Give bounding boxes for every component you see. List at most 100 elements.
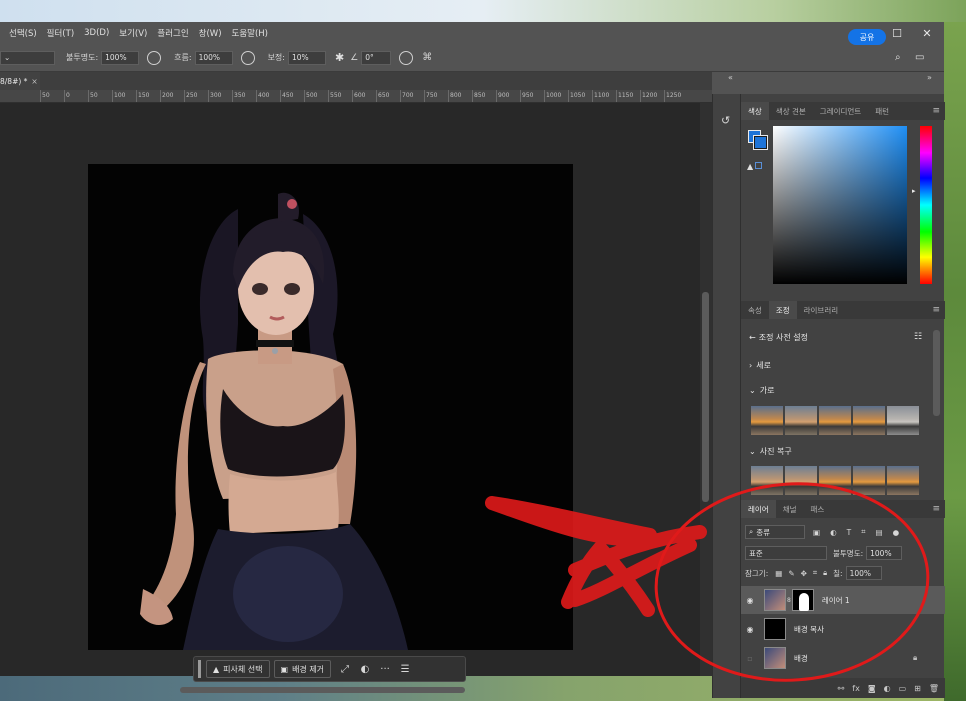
flow-input[interactable]: 100% xyxy=(194,50,233,65)
collapse-icon[interactable]: « xyxy=(728,73,733,82)
collapse-panels-icon[interactable]: » xyxy=(927,73,932,82)
airbrush-icon[interactable] xyxy=(240,50,255,65)
smoothing-input[interactable]: 10% xyxy=(287,50,326,65)
panel-menu-icon[interactable]: ≡ xyxy=(932,504,940,514)
layer-mask-thumbnail[interactable] xyxy=(791,589,814,611)
visibility-eye-icon[interactable]: ◉ xyxy=(741,596,759,605)
search-icon[interactable]: ⌕ xyxy=(895,52,901,63)
preset-thumbnail[interactable] xyxy=(887,466,919,495)
blend-mode-select[interactable]: 표준 xyxy=(745,546,827,560)
lock-all-icon[interactable]: 🔒︎ xyxy=(823,568,827,578)
close-button[interactable]: ✕ xyxy=(912,22,942,44)
remove-background-button[interactable]: ▣ 배경 제거 xyxy=(273,660,332,678)
filter-adjust-icon[interactable]: ◐ xyxy=(830,528,837,537)
panel-menu-icon[interactable]: ≡ xyxy=(932,305,940,315)
document-tab[interactable]: 8/8#) * × xyxy=(0,72,40,90)
close-icon[interactable]: × xyxy=(31,77,37,86)
group-photo-repair[interactable]: ⌄ 사진 복구 xyxy=(749,446,792,457)
history-icon[interactable]: ↺ xyxy=(721,114,730,127)
adjust-presets-header[interactable]: ← 조정 사전 설정 xyxy=(749,332,808,343)
visibility-toggle[interactable]: ▫ xyxy=(741,654,759,663)
settings-sliders-icon[interactable]: ☰ xyxy=(395,660,415,678)
group-landscape[interactable]: ⌄ 가로 xyxy=(749,385,774,396)
filter-smart-icon[interactable]: ▤ xyxy=(875,528,882,537)
tab-adjustments[interactable]: 조정 xyxy=(768,301,797,319)
layer-row-layer1[interactable]: ◉ 8 레이어 1 xyxy=(741,586,945,614)
tab-layers[interactable]: 레이어 xyxy=(741,500,776,518)
tab-libraries[interactable]: 라이브러리 xyxy=(797,301,846,319)
delete-layer-icon[interactable]: 🗑 xyxy=(929,684,939,693)
menu-help[interactable]: 도움말(H) xyxy=(227,27,273,39)
preset-thumbnail[interactable] xyxy=(853,466,885,495)
background-color-swatch[interactable] xyxy=(754,136,767,149)
share-button[interactable]: 공유 xyxy=(848,29,886,45)
visibility-eye-icon[interactable]: ◉ xyxy=(741,625,759,634)
list-view-icon[interactable]: ☷ xyxy=(914,332,922,342)
group-portrait[interactable]: › 세로 xyxy=(749,360,771,371)
layer-filter-select[interactable]: ⌕ 종류 xyxy=(745,525,805,539)
menu-3d[interactable]: 3D(D) xyxy=(79,28,114,38)
color-field[interactable] xyxy=(773,126,907,284)
filter-type-icon[interactable]: T xyxy=(847,528,852,537)
preset-thumbnail[interactable] xyxy=(751,406,783,435)
preset-thumbnail[interactable] xyxy=(785,466,817,495)
link-icon[interactable]: 8 xyxy=(787,597,791,604)
adjust-icon[interactable]: ◐ xyxy=(355,660,375,678)
filter-pixel-icon[interactable]: ▣ xyxy=(813,528,820,537)
add-mask-icon[interactable]: ◙ xyxy=(868,684,876,693)
lock-artboard-icon[interactable]: ⌗ xyxy=(813,568,817,578)
preset-thumbnail[interactable] xyxy=(853,406,885,435)
fill-input[interactable]: 100% xyxy=(845,566,882,580)
tab-gradients[interactable]: 그레이디언트 xyxy=(813,102,868,120)
select-subject-button[interactable]: ▲ 피사체 선택 xyxy=(206,660,270,678)
opacity-input[interactable]: 100% xyxy=(101,50,140,65)
back-arrow-icon[interactable]: ← xyxy=(749,333,756,342)
layer-row-bg-copy[interactable]: ◉ 배경 복사 xyxy=(741,615,945,643)
panel-menu-icon[interactable]: ≡ xyxy=(932,106,940,116)
tab-patterns[interactable]: 패턴 xyxy=(868,102,896,120)
preset-thumbnail[interactable] xyxy=(785,406,817,435)
brush-preset-select[interactable]: ⌄ xyxy=(0,50,55,65)
group-folder-icon[interactable]: ▭ xyxy=(899,684,907,693)
adjust-panel-scroll-thumb[interactable] xyxy=(933,330,940,416)
gamut-warning-icon[interactable]: ▲ xyxy=(747,162,763,171)
filter-toggle-icon[interactable]: ● xyxy=(893,528,900,537)
link-layers-icon[interactable]: ⚯ xyxy=(838,684,845,693)
menu-view[interactable]: 보기(V) xyxy=(114,27,152,39)
lock-pixels-icon[interactable]: ▦ xyxy=(775,569,782,578)
preset-thumbnail[interactable] xyxy=(819,466,851,495)
tab-properties[interactable]: 속성 xyxy=(741,301,769,319)
drag-handle-icon[interactable] xyxy=(198,660,201,678)
new-layer-icon[interactable]: ⊞ xyxy=(914,684,921,693)
menu-filter[interactable]: 필터(T) xyxy=(42,27,79,39)
pressure-size-icon[interactable] xyxy=(399,50,414,65)
hue-slider[interactable] xyxy=(920,126,932,284)
preset-thumbnail[interactable] xyxy=(819,406,851,435)
filter-shape-icon[interactable]: ⌗ xyxy=(861,527,865,537)
preset-thumbnail[interactable] xyxy=(751,466,783,495)
gear-icon[interactable]: ✱ xyxy=(335,51,344,64)
maximize-button[interactable]: ☐ xyxy=(882,22,912,44)
workspace-icon[interactable]: ▭ xyxy=(915,52,924,63)
tab-channels[interactable]: 채널 xyxy=(776,500,804,518)
menu-select[interactable]: 선택(S) xyxy=(4,27,42,39)
lock-brush-icon[interactable]: ✎ xyxy=(788,569,794,578)
fx-icon[interactable]: fx xyxy=(852,684,860,693)
adjustment-layer-icon[interactable]: ◐ xyxy=(884,684,891,693)
menu-plugins[interactable]: 플러그인 xyxy=(152,27,193,39)
menu-window[interactable]: 창(W) xyxy=(194,27,227,39)
preset-thumbnail[interactable] xyxy=(887,406,919,435)
angle-input[interactable]: 0° xyxy=(361,50,392,65)
horizontal-scroll-thumb[interactable] xyxy=(180,687,465,693)
more-options-button[interactable]: ··· xyxy=(375,660,395,678)
layer-row-background[interactable]: ▫ 배경 🔒︎ xyxy=(741,644,945,672)
layer-opacity-input[interactable]: 100% xyxy=(866,546,903,560)
tab-color[interactable]: 색상 xyxy=(741,102,769,120)
document-canvas[interactable] xyxy=(88,164,573,650)
lock-move-icon[interactable]: ✥ xyxy=(801,569,807,578)
vertical-scroll-thumb[interactable] xyxy=(702,292,709,502)
hue-marker-icon[interactable]: ▸ xyxy=(912,187,916,195)
pressure-opacity-icon[interactable] xyxy=(147,50,162,65)
transform-icon[interactable]: ⤢ xyxy=(335,660,355,678)
tab-swatches[interactable]: 색상 견본 xyxy=(769,102,813,120)
